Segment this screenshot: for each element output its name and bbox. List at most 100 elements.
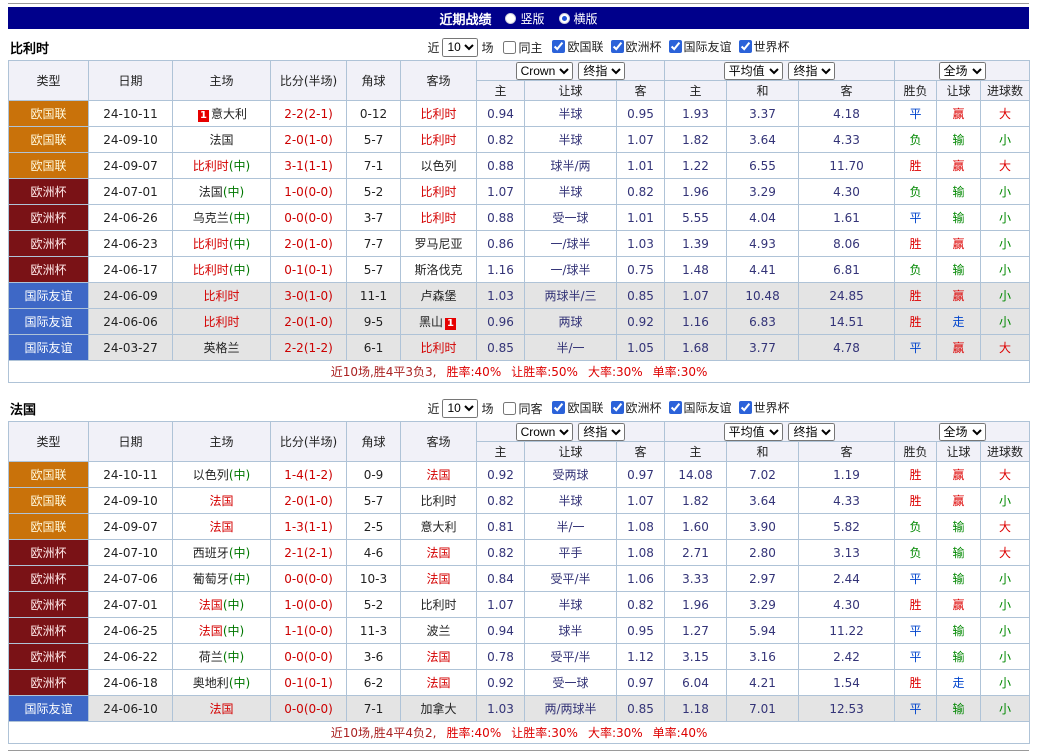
team-label: 法国	[199, 598, 223, 612]
competition-filter[interactable]: 欧国联	[552, 38, 603, 55]
view-option-vertical[interactable]: 竖版	[505, 10, 544, 27]
subcol-avg-away: 客	[799, 442, 895, 462]
competition-filter[interactable]: 欧洲杯	[611, 38, 662, 55]
bookmaker-select[interactable]: Crown	[516, 62, 573, 80]
odds-away-cell: 0.85	[617, 283, 665, 309]
recent-count-select[interactable]: 10	[442, 399, 478, 418]
odds-handicap-cell: 半球	[525, 101, 617, 127]
odds-home-cell: 0.82	[477, 488, 525, 514]
odds-away-cell: 1.07	[617, 127, 665, 153]
avg-away-cell: 8.06	[799, 231, 895, 257]
home-team-cell: 法国	[173, 696, 271, 722]
corners-cell: 4-6	[347, 540, 401, 566]
filter-bar: 近 10 场 同客 欧国联欧洲杯国际友谊世界杯	[427, 399, 789, 418]
competition-filter[interactable]: 欧洲杯	[611, 399, 662, 416]
neutral-venue-suffix: (中)	[229, 159, 250, 173]
odds-away-cell: 0.97	[617, 670, 665, 696]
team-label: 法国	[209, 520, 233, 534]
competition-checkbox[interactable]	[739, 401, 752, 414]
subcol-avg-home: 主	[665, 81, 727, 101]
goals-result-cell: 大	[981, 335, 1030, 361]
radio-horizontal-icon[interactable]	[559, 13, 570, 24]
scope-select[interactable]: 全场	[939, 423, 986, 441]
view-option-vertical-label[interactable]: 竖版	[520, 10, 544, 27]
avg-draw-cell: 4.21	[727, 670, 799, 696]
match-row: 欧国联24-10-111意大利2-2(2-1)0-12比利时0.94半球0.95…	[9, 101, 1030, 127]
competition-checkbox[interactable]	[669, 401, 682, 414]
team-label: 斯洛伐克	[414, 263, 462, 277]
match-type-cell: 欧洲杯	[9, 670, 89, 696]
match-type-cell: 欧国联	[9, 153, 89, 179]
away-team-cell: 以色列	[401, 153, 477, 179]
subcol-odds-home: 主	[477, 442, 525, 462]
team-label: 黑山	[419, 315, 443, 329]
avg-stage-select[interactable]: 终指	[788, 423, 835, 441]
summary-segment: 单率:30%	[653, 365, 708, 379]
same-venue-checkbox[interactable]	[503, 41, 516, 54]
avg-home-cell: 1.39	[665, 231, 727, 257]
odds-home-cell: 1.03	[477, 696, 525, 722]
match-row: 国际友谊24-06-06比利时2-0(1-0)9-5黑山10.96两球0.921…	[9, 309, 1030, 335]
goals-result-cell: 小	[981, 179, 1030, 205]
competition-filter[interactable]: 国际友谊	[669, 38, 732, 55]
view-option-horizontal-label[interactable]: 横版	[574, 10, 598, 27]
match-type-cell: 欧洲杯	[9, 205, 89, 231]
competition-checkbox[interactable]	[611, 40, 624, 53]
view-option-horizontal[interactable]: 横版	[559, 10, 598, 27]
same-venue-checkbox[interactable]	[503, 402, 516, 415]
avg-draw-cell: 4.41	[727, 257, 799, 283]
match-row: 欧国联24-09-10法国2-0(1-0)5-7比利时0.82半球1.071.8…	[9, 127, 1030, 153]
odds-away-cell: 0.85	[617, 696, 665, 722]
goals-result-cell: 小	[981, 670, 1030, 696]
handicap-result-cell: 输	[937, 179, 981, 205]
avg-home-cell: 1.16	[665, 309, 727, 335]
competition-checkbox[interactable]	[552, 40, 565, 53]
scope-select[interactable]: 全场	[939, 62, 986, 80]
corners-cell: 7-7	[347, 231, 401, 257]
same-venue-filter[interactable]: 同主	[503, 39, 542, 56]
recent-count-select[interactable]: 10	[442, 38, 478, 57]
summary-segment: 近10场,胜4平4负2,	[331, 726, 437, 740]
competition-checkbox[interactable]	[739, 40, 752, 53]
avg-home-cell: 5.55	[665, 205, 727, 231]
odds-stage-select[interactable]: 终指	[578, 62, 625, 80]
average-select[interactable]: 平均值	[724, 423, 783, 441]
avg-stage-select[interactable]: 终指	[788, 62, 835, 80]
same-venue-filter[interactable]: 同客	[503, 400, 542, 417]
score-cell: 2-0(1-0)	[271, 231, 347, 257]
competition-checkbox[interactable]	[552, 401, 565, 414]
corners-cell: 6-1	[347, 335, 401, 361]
average-select[interactable]: 平均值	[724, 62, 783, 80]
team-label: 波兰	[426, 624, 450, 638]
avg-draw-cell: 10.48	[727, 283, 799, 309]
competition-filter[interactable]: 世界杯	[739, 38, 790, 55]
home-team-cell: 乌克兰(中)	[173, 205, 271, 231]
neutral-venue-suffix: (中)	[223, 598, 244, 612]
home-team-cell: 法国	[173, 488, 271, 514]
avg-draw-cell: 6.55	[727, 153, 799, 179]
competition-filter[interactable]: 国际友谊	[669, 399, 732, 416]
summary-cell: 近10场,胜4平4负2,胜率:40%让胜率:30%大率:30%单率:40%	[9, 722, 1030, 744]
red-card-badge: 1	[445, 318, 456, 330]
competition-filter[interactable]: 世界杯	[739, 399, 790, 416]
radio-vertical-icon[interactable]	[505, 13, 516, 24]
odds-handicap-cell: 半球	[525, 592, 617, 618]
competition-checkbox[interactable]	[611, 401, 624, 414]
bookmaker-select[interactable]: Crown	[516, 423, 573, 441]
home-team-cell: 比利时	[173, 283, 271, 309]
match-type-cell: 欧洲杯	[9, 592, 89, 618]
avg-away-cell: 4.18	[799, 101, 895, 127]
corners-cell: 2-5	[347, 514, 401, 540]
odds-away-cell: 1.05	[617, 335, 665, 361]
odds-home-cell: 0.88	[477, 205, 525, 231]
neutral-venue-suffix: (中)	[223, 624, 244, 638]
competition-checkbox[interactable]	[669, 40, 682, 53]
subcol-avg-draw: 和	[727, 442, 799, 462]
odds-home-cell: 0.96	[477, 309, 525, 335]
summary-segment: 近10场,胜4平3负3,	[331, 365, 437, 379]
neutral-venue-suffix: (中)	[229, 572, 250, 586]
odds-stage-select[interactable]: 终指	[578, 423, 625, 441]
competition-filter[interactable]: 欧国联	[552, 399, 603, 416]
corners-cell: 5-7	[347, 488, 401, 514]
handicap-result-cell: 输	[937, 514, 981, 540]
